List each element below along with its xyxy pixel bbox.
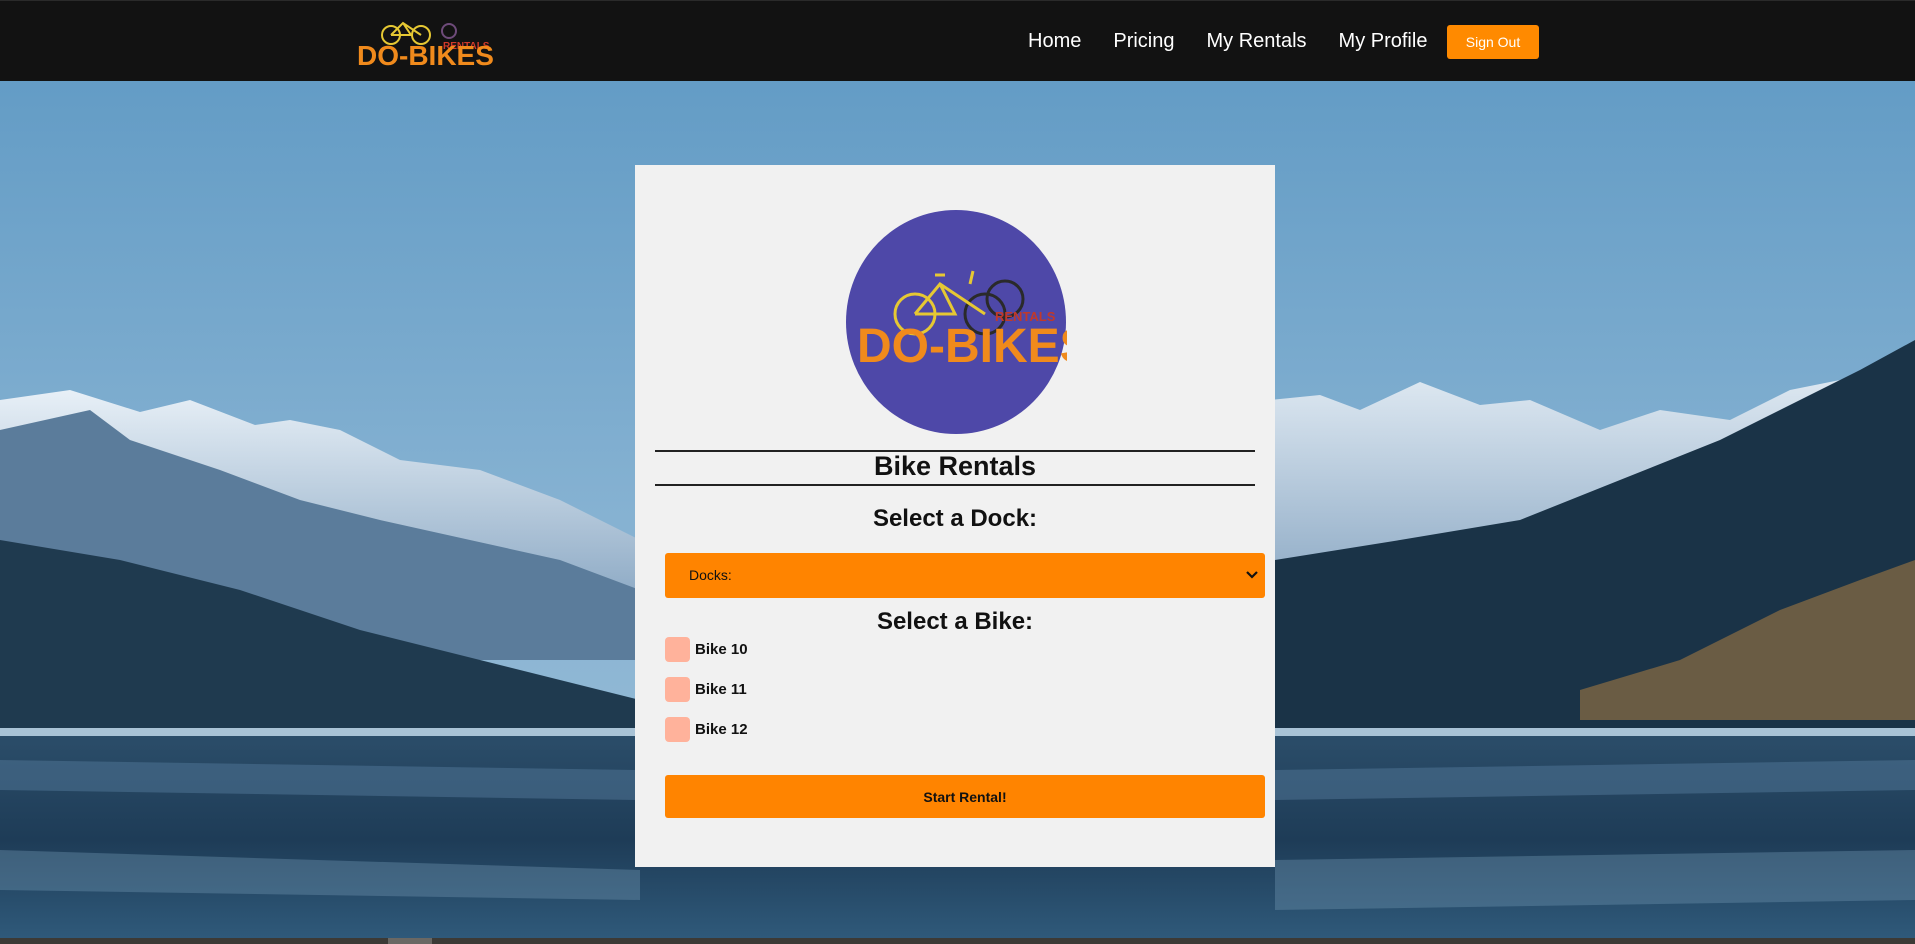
nav-link-pricing[interactable]: Pricing: [1113, 29, 1174, 53]
top-navbar: RENTALS DO-BIKES Home Pricing My Rentals…: [0, 0, 1915, 81]
bike-checkbox[interactable]: [665, 636, 690, 662]
bike-checkbox[interactable]: [665, 676, 690, 702]
title-rule-bottom: [655, 484, 1255, 486]
bike-option: Bike 12: [665, 716, 748, 742]
bike-checkbox[interactable]: [665, 716, 690, 742]
bicycle-logo-icon: RENTALS DO-BIKES: [846, 210, 1067, 434]
bike-option: Bike 11: [665, 676, 747, 702]
nav-logo-text: DO-BIKES: [357, 40, 494, 69]
nav-link-my-rentals[interactable]: My Rentals: [1207, 29, 1307, 53]
bike-heading: Select a Bike:: [876, 608, 1034, 635]
nav-link-home[interactable]: Home: [1028, 29, 1081, 53]
bike-label: Bike 12: [695, 720, 748, 738]
nav-links: Home Pricing My Rentals My Profile: [1028, 29, 1459, 53]
dock-select[interactable]: Docks:: [665, 553, 1265, 598]
chevron-down-icon: [1246, 571, 1258, 579]
nav-link-my-profile[interactable]: My Profile: [1339, 29, 1428, 53]
sign-out-button[interactable]: Sign Out: [1447, 25, 1539, 59]
dock-heading: Select a Dock:: [872, 505, 1038, 532]
bike-label: Bike 10: [695, 640, 748, 658]
start-rental-button[interactable]: Start Rental!: [665, 775, 1265, 818]
dock-select-value: Docks:: [689, 567, 732, 583]
horizontal-scrollbar[interactable]: [0, 938, 1915, 944]
bike-label: Bike 11: [695, 680, 747, 698]
scrollbar-thumb[interactable]: [388, 938, 432, 944]
bike-option: Bike 10: [665, 636, 748, 662]
page-title: Bike Rentals: [873, 451, 1037, 481]
bicycle-logo-icon[interactable]: RENTALS DO-BIKES: [355, 13, 500, 69]
rental-card: RENTALS DO-BIKES Bike Rentals Select a D…: [635, 165, 1275, 867]
card-logo-text: DO-BIKES: [857, 320, 1067, 373]
